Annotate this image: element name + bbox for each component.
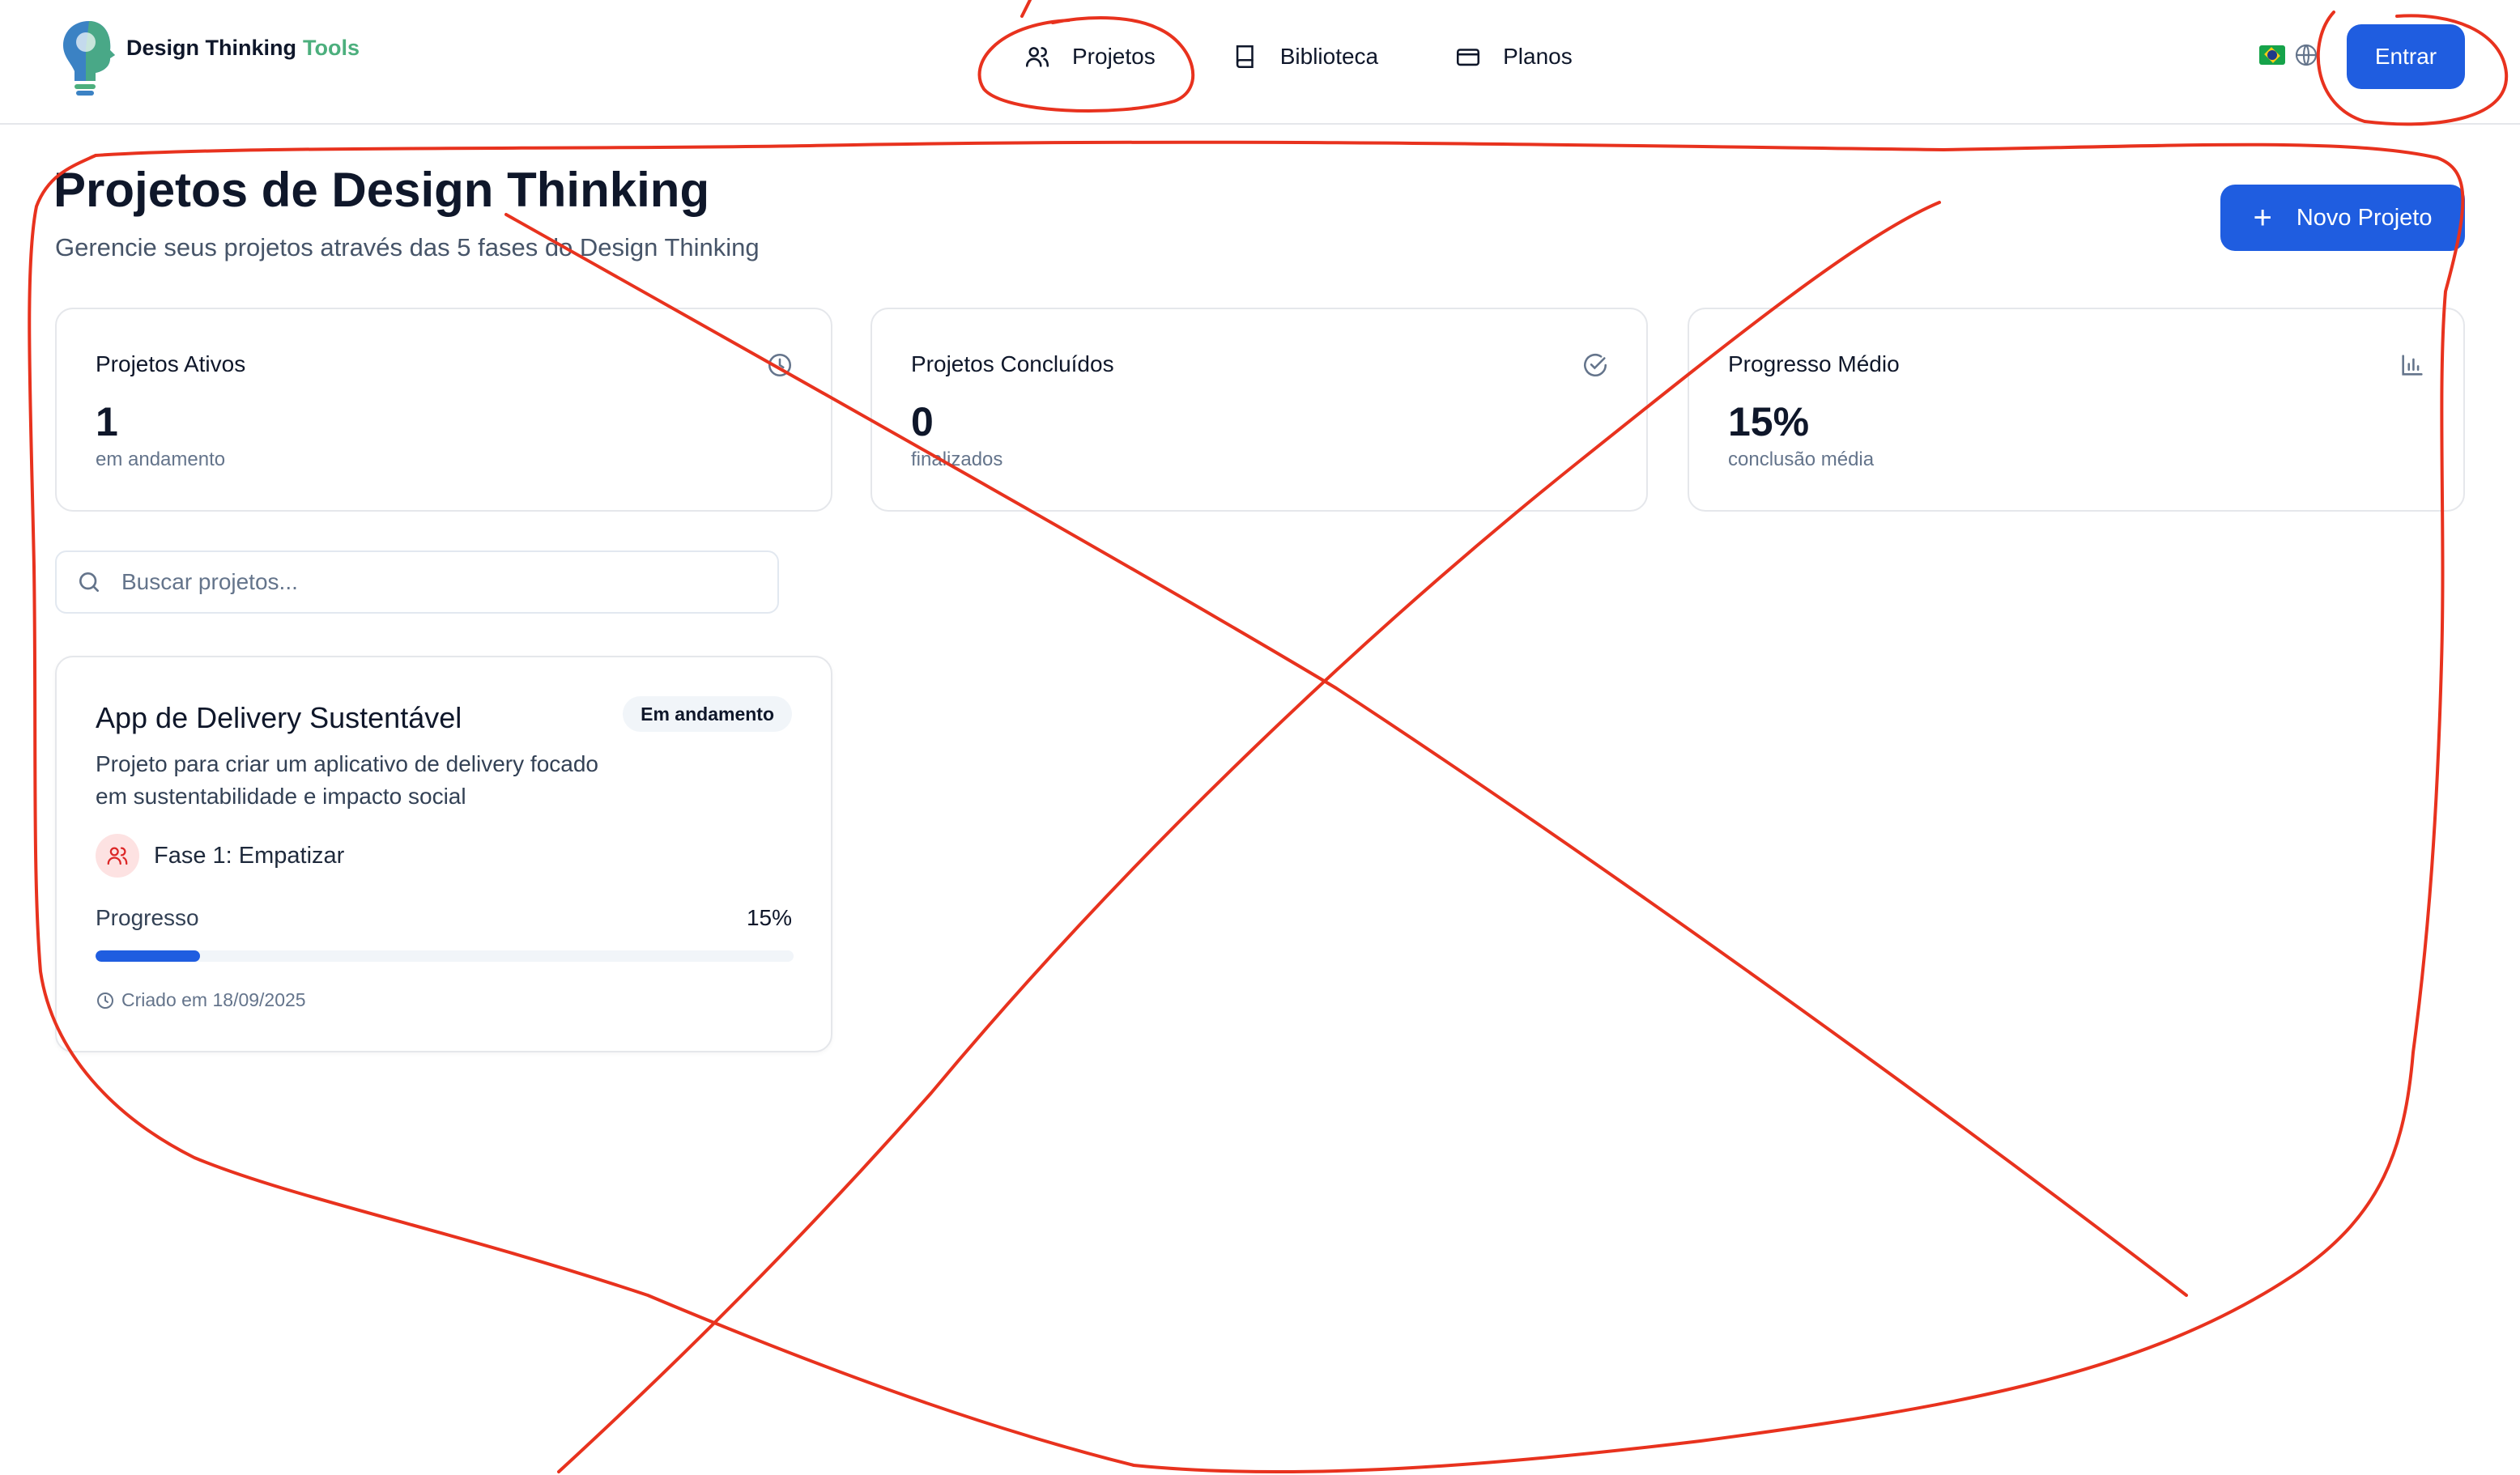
logo-brand-text: Design Thinking [126, 35, 297, 60]
stat-caption: em andamento [96, 448, 226, 470]
created-date: Criado em 18/09/2025 [96, 989, 306, 1011]
stat-caption: finalizados [911, 448, 1003, 470]
login-button[interactable]: Entrar [2347, 24, 2465, 89]
progress-label: Progresso [96, 905, 199, 930]
nav-label: Planos [1503, 44, 1573, 69]
progress-bar [96, 950, 794, 962]
clock-icon [768, 353, 792, 377]
logo-accent-text: Tools [303, 35, 360, 60]
plus-icon: + [2253, 200, 2272, 236]
credit-card-icon [1457, 49, 1480, 66]
users-icon [107, 847, 128, 865]
stat-caption: conclusão média [1728, 448, 1875, 470]
book-icon [1236, 45, 1254, 69]
project-title: App de Delivery Sustentável [96, 701, 462, 734]
nav-item-planos[interactable]: Planos [1454, 32, 1573, 81]
phase-icon-wrapper [96, 834, 139, 878]
search-icon [79, 572, 99, 592]
globe-icon [2295, 44, 2318, 66]
nav-item-biblioteca[interactable]: Biblioteca [1232, 32, 1378, 81]
stat-label: Projetos Concluídos [911, 351, 1114, 376]
top-header: Design Thinking Tools Projetos Biblioteca… [0, 0, 2520, 125]
check-circle-icon [1584, 354, 1607, 376]
nav-label: Biblioteca [1279, 44, 1379, 69]
bar-chart-icon [2402, 355, 2423, 376]
main-nav: Projetos Biblioteca Planos [1024, 32, 1649, 81]
stat-value: 15% [1728, 399, 1810, 444]
language-selector[interactable] [2259, 42, 2319, 68]
project-card[interactable]: App de Delivery Sustentável Em andamento… [55, 656, 832, 1052]
progress-bar-fill [96, 950, 201, 962]
stat-label: Progresso Médio [1728, 351, 1900, 376]
stat-card-completed: Projetos Concluídos 0 finalizados [871, 308, 1648, 512]
nav-label: Projetos [1072, 44, 1156, 69]
new-project-label: Novo Projeto [2296, 204, 2433, 231]
project-description: Projeto para criar um aplicativo de deli… [96, 751, 598, 809]
created-date-text: Criado em 18/09/2025 [121, 989, 306, 1010]
brazil-flag-icon [2259, 45, 2285, 65]
phase-label: Fase 1: Empatizar [154, 842, 345, 869]
status-badge: Em andamento [623, 696, 792, 732]
stat-label: Projetos Ativos [96, 351, 246, 376]
stat-value: 1 [96, 399, 118, 444]
project-phase: Fase 1: Empatizar [96, 834, 344, 878]
users-icon [1025, 47, 1049, 67]
lightbulb-head-logo-icon [63, 21, 115, 96]
search-box [55, 550, 779, 614]
page-subtitle: Gerencie seus projetos através das 5 fas… [55, 233, 760, 261]
search-input[interactable] [120, 568, 739, 596]
progress-value: 15% [746, 905, 792, 930]
stat-card-average-progress: Progresso Médio 15% conclusão média [1688, 308, 2465, 512]
stat-value: 0 [911, 399, 934, 444]
nav-item-projetos[interactable]: Projetos [1024, 32, 1156, 81]
new-project-button[interactable]: + Novo Projeto [2220, 185, 2465, 251]
stat-card-active: Projetos Ativos 1 em andamento [55, 308, 832, 512]
page-title: Projetos de Design Thinking [53, 163, 710, 217]
clock-icon [97, 992, 113, 1009]
logo[interactable]: Design Thinking Tools [57, 16, 360, 97]
